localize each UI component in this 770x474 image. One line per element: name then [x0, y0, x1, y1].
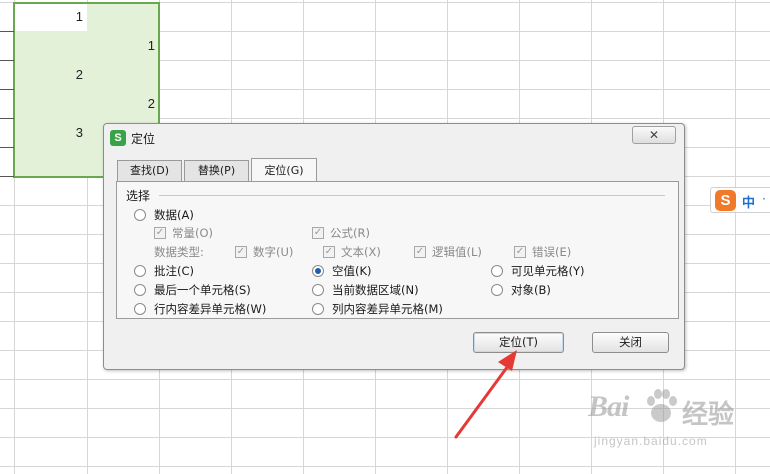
radio-last-cell[interactable] [134, 284, 146, 296]
group-divider [159, 195, 665, 196]
checkbox-formulas[interactable]: ✓ [312, 227, 324, 239]
option-current-region-label[interactable]: 当前数据区域(N) [332, 283, 419, 297]
radio-row-differences[interactable] [134, 303, 146, 315]
row-header-divider [0, 176, 14, 177]
option-errors-label[interactable]: 错误(E) [532, 245, 571, 259]
locate-button[interactable]: 定位(T) [473, 332, 564, 353]
row-gridline [0, 379, 770, 380]
radio-data[interactable] [134, 209, 146, 221]
watermark-url: jingyan.baidu.com [594, 434, 708, 448]
baidu-paw-icon [647, 389, 677, 422]
radio-column-differences[interactable] [312, 303, 324, 315]
radio-comments[interactable] [134, 265, 146, 277]
checkbox-logicals[interactable]: ✓ [414, 246, 426, 258]
goto-panel: 选择 数据(A) ✓ 常量(O) ✓ 公式(R) 数据类型: ✓ 数字(U) ✓… [116, 181, 679, 319]
goto-dialog: S 定位 ✕ 查找(D) 替换(P) 定位(G) 选择 数据(A) ✓ 常量(O… [103, 123, 685, 370]
tab-find[interactable]: 查找(D) [117, 160, 182, 182]
radio-visible-cells[interactable] [491, 265, 503, 277]
close-button[interactable]: 关闭 [592, 332, 669, 353]
radio-blanks[interactable] [312, 265, 324, 277]
checkbox-numbers[interactable]: ✓ [235, 246, 247, 258]
ime-more-icon[interactable]: · [762, 192, 766, 206]
sogou-logo-icon: S [715, 190, 736, 211]
option-constants-label[interactable]: 常量(O) [172, 226, 213, 240]
ime-language-toggle[interactable]: 中 [742, 192, 755, 211]
option-data-label[interactable]: 数据(A) [154, 208, 194, 222]
data-type-label: 数据类型: [154, 245, 204, 259]
option-visible-cells-label[interactable]: 可见单元格(Y) [511, 264, 585, 278]
radio-objects[interactable] [491, 284, 503, 296]
option-comments-label[interactable]: 批注(C) [154, 264, 194, 278]
row-header-divider [0, 147, 14, 148]
row-header-divider [0, 60, 14, 61]
checkbox-text[interactable]: ✓ [323, 246, 335, 258]
option-text-label[interactable]: 文本(X) [341, 245, 381, 259]
option-formulas-label[interactable]: 公式(R) [330, 226, 370, 240]
option-objects-label[interactable]: 对象(B) [511, 283, 551, 297]
option-row-differences-label[interactable]: 行内容差异单元格(W) [154, 302, 266, 316]
watermark-cn-text: 经验 [682, 400, 735, 430]
tab-replace[interactable]: 替换(P) [184, 160, 249, 182]
spreadsheet-screen: 1 1 2 2 3 S 定位 ✕ 查找(D) 替换(P) 定位(G) 选择 数据… [0, 0, 770, 474]
checkbox-constants[interactable]: ✓ [154, 227, 166, 239]
baidu-jingyan-watermark: Bai 经验 jingyan.baidu.com [588, 388, 766, 468]
option-last-cell-label[interactable]: 最后一个单元格(S) [154, 283, 251, 297]
row-header-divider [0, 31, 14, 32]
dialog-title: 定位 [131, 132, 156, 146]
wps-app-icon: S [110, 130, 126, 146]
option-numbers-label[interactable]: 数字(U) [253, 245, 293, 259]
row-header-divider [0, 118, 14, 119]
watermark-brand: Bai [588, 390, 629, 423]
checkbox-errors[interactable]: ✓ [514, 246, 526, 258]
tab-goto[interactable]: 定位(G) [251, 158, 317, 182]
select-group-label: 选择 [126, 187, 155, 204]
option-column-differences-label[interactable]: 列内容差异单元格(M) [332, 302, 443, 316]
row-header-divider [0, 89, 14, 90]
radio-current-region[interactable] [312, 284, 324, 296]
option-logicals-label[interactable]: 逻辑值(L) [432, 245, 482, 259]
option-blanks-label[interactable]: 空值(K) [332, 264, 372, 278]
ime-toolbar[interactable]: S 中 · [710, 187, 770, 213]
close-icon[interactable]: ✕ [632, 126, 676, 144]
dialog-titlebar[interactable]: S 定位 ✕ [104, 124, 684, 152]
